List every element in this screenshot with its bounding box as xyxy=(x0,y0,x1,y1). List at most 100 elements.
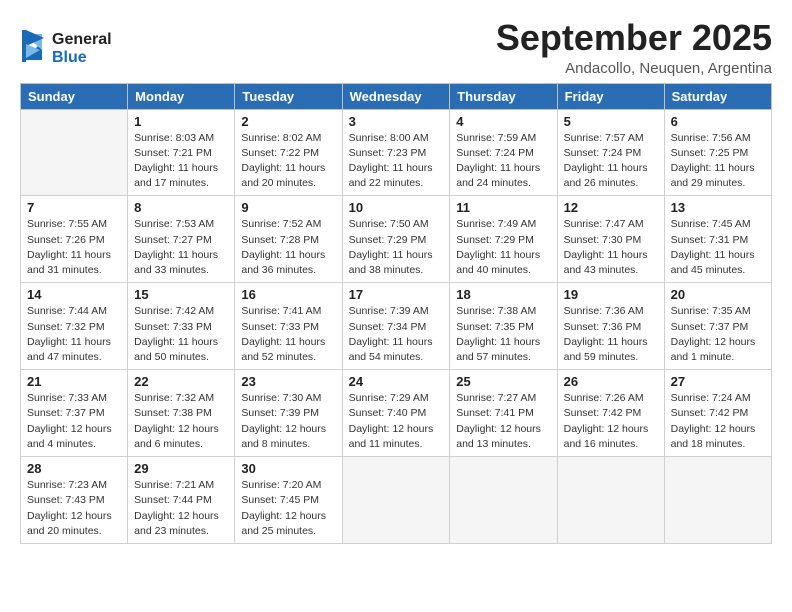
weekday-header-row: Sunday Monday Tuesday Wednesday Thursday… xyxy=(21,83,772,109)
calendar-day: 5 Sunrise: 7:57 AMSunset: 7:24 PMDaylight… xyxy=(557,109,664,196)
day-info: Sunrise: 7:29 AMSunset: 7:40 PMDaylight:… xyxy=(349,391,444,452)
calendar-day: 30 Sunrise: 7:20 AMSunset: 7:45 PMDayligh… xyxy=(235,457,342,544)
day-info: Sunrise: 7:45 AMSunset: 7:31 PMDaylight:… xyxy=(671,217,765,278)
day-number: 18 xyxy=(456,287,550,302)
calendar-day: 28 Sunrise: 7:23 AMSunset: 7:43 PMDayligh… xyxy=(21,457,128,544)
calendar-day: 26 Sunrise: 7:26 AMSunset: 7:42 PMDayligh… xyxy=(557,370,664,457)
calendar-day: 20 Sunrise: 7:35 AMSunset: 7:37 PMDayligh… xyxy=(664,283,771,370)
header-saturday: Saturday xyxy=(664,83,771,109)
day-info: Sunrise: 7:30 AMSunset: 7:39 PMDaylight:… xyxy=(241,391,335,452)
header-friday: Friday xyxy=(557,83,664,109)
day-number: 1 xyxy=(134,114,228,129)
day-info: Sunrise: 7:38 AMSunset: 7:35 PMDaylight:… xyxy=(456,304,550,365)
calendar-day: 16 Sunrise: 7:41 AMSunset: 7:33 PMDayligh… xyxy=(235,283,342,370)
day-info: Sunrise: 7:50 AMSunset: 7:29 PMDaylight:… xyxy=(349,217,444,278)
day-number: 12 xyxy=(564,200,658,215)
calendar-day: 18 Sunrise: 7:38 AMSunset: 7:35 PMDayligh… xyxy=(450,283,557,370)
svg-text:Blue: Blue xyxy=(52,49,87,66)
day-info: Sunrise: 7:39 AMSunset: 7:34 PMDaylight:… xyxy=(349,304,444,365)
calendar-day: 2 Sunrise: 8:02 AMSunset: 7:22 PMDaylight… xyxy=(235,109,342,196)
day-info: Sunrise: 7:32 AMSunset: 7:38 PMDaylight:… xyxy=(134,391,228,452)
day-number: 26 xyxy=(564,374,658,389)
header-thursday: Thursday xyxy=(450,83,557,109)
day-info: Sunrise: 7:59 AMSunset: 7:24 PMDaylight:… xyxy=(456,131,550,192)
logo-svg: General Blue xyxy=(20,22,130,70)
day-info: Sunrise: 7:20 AMSunset: 7:45 PMDaylight:… xyxy=(241,478,335,539)
day-number: 5 xyxy=(564,114,658,129)
day-number: 2 xyxy=(241,114,335,129)
calendar-day: 7Sunrise: 7:55 AMSunset: 7:26 PMDaylight… xyxy=(21,196,128,283)
calendar-day xyxy=(450,457,557,544)
location: Andacollo, Neuquen, Argentina xyxy=(496,60,772,77)
day-number: 25 xyxy=(456,374,550,389)
day-number: 13 xyxy=(671,200,765,215)
day-info: Sunrise: 7:35 AMSunset: 7:37 PMDaylight:… xyxy=(671,304,765,365)
calendar-day: 21 Sunrise: 7:33 AMSunset: 7:37 PMDayligh… xyxy=(21,370,128,457)
day-number: 20 xyxy=(671,287,765,302)
calendar-day: 23Sunrise: 7:30 AMSunset: 7:39 PMDayligh… xyxy=(235,370,342,457)
calendar-day: 1Sunrise: 8:03 AMSunset: 7:21 PMDaylight… xyxy=(128,109,235,196)
day-number: 28 xyxy=(27,461,121,476)
day-number: 24 xyxy=(349,374,444,389)
title-block: September 2025 Andacollo, Neuquen, Argen… xyxy=(496,18,772,77)
day-info: Sunrise: 7:44 AMSunset: 7:32 PMDaylight:… xyxy=(27,304,121,365)
calendar-day: 14 Sunrise: 7:44 AMSunset: 7:32 PMDayligh… xyxy=(21,283,128,370)
day-info: Sunrise: 7:49 AMSunset: 7:29 PMDaylight:… xyxy=(456,217,550,278)
day-number: 4 xyxy=(456,114,550,129)
day-number: 17 xyxy=(349,287,444,302)
day-number: 10 xyxy=(349,200,444,215)
calendar-day: 15 Sunrise: 7:42 AMSunset: 7:33 PMDayligh… xyxy=(128,283,235,370)
calendar-week-row: 1Sunrise: 8:03 AMSunset: 7:21 PMDaylight… xyxy=(21,109,772,196)
day-number: 19 xyxy=(564,287,658,302)
calendar-day: 12Sunrise: 7:47 AMSunset: 7:30 PMDayligh… xyxy=(557,196,664,283)
day-info: Sunrise: 7:27 AMSunset: 7:41 PMDaylight:… xyxy=(456,391,550,452)
calendar-day: 4 Sunrise: 7:59 AMSunset: 7:24 PMDaylight… xyxy=(450,109,557,196)
calendar-day: 27 Sunrise: 7:24 AMSunset: 7:42 PMDayligh… xyxy=(664,370,771,457)
calendar-day xyxy=(342,457,450,544)
calendar-week-row: 28 Sunrise: 7:23 AMSunset: 7:43 PMDayligh… xyxy=(21,457,772,544)
calendar-day xyxy=(21,109,128,196)
day-info: Sunrise: 7:26 AMSunset: 7:42 PMDaylight:… xyxy=(564,391,658,452)
page: General Blue September 2025 And xyxy=(0,0,792,612)
month-title: September 2025 xyxy=(496,18,772,58)
logo: General Blue xyxy=(20,22,130,75)
day-info: Sunrise: 7:56 AMSunset: 7:25 PMDaylight:… xyxy=(671,131,765,192)
day-number: 7 xyxy=(27,200,121,215)
svg-text:General: General xyxy=(52,31,112,48)
day-number: 22 xyxy=(134,374,228,389)
day-number: 27 xyxy=(671,374,765,389)
day-info: Sunrise: 7:41 AMSunset: 7:33 PMDaylight:… xyxy=(241,304,335,365)
day-number: 29 xyxy=(134,461,228,476)
calendar-week-row: 14 Sunrise: 7:44 AMSunset: 7:32 PMDayligh… xyxy=(21,283,772,370)
day-info: Sunrise: 7:57 AMSunset: 7:24 PMDaylight:… xyxy=(564,131,658,192)
day-number: 15 xyxy=(134,287,228,302)
day-info: Sunrise: 7:24 AMSunset: 7:42 PMDaylight:… xyxy=(671,391,765,452)
day-number: 30 xyxy=(241,461,335,476)
header: General Blue September 2025 And xyxy=(20,18,772,77)
day-info: Sunrise: 7:23 AMSunset: 7:43 PMDaylight:… xyxy=(27,478,121,539)
header-monday: Monday xyxy=(128,83,235,109)
day-info: Sunrise: 8:00 AMSunset: 7:23 PMDaylight:… xyxy=(349,131,444,192)
header-wednesday: Wednesday xyxy=(342,83,450,109)
calendar-day xyxy=(557,457,664,544)
calendar-day: 13 Sunrise: 7:45 AMSunset: 7:31 PMDayligh… xyxy=(664,196,771,283)
calendar-day: 19 Sunrise: 7:36 AMSunset: 7:36 PMDayligh… xyxy=(557,283,664,370)
calendar-day: 3Sunrise: 8:00 AMSunset: 7:23 PMDaylight… xyxy=(342,109,450,196)
day-info: Sunrise: 8:02 AMSunset: 7:22 PMDaylight:… xyxy=(241,131,335,192)
day-number: 21 xyxy=(27,374,121,389)
day-info: Sunrise: 7:21 AMSunset: 7:44 PMDaylight:… xyxy=(134,478,228,539)
header-tuesday: Tuesday xyxy=(235,83,342,109)
day-number: 11 xyxy=(456,200,550,215)
day-number: 16 xyxy=(241,287,335,302)
day-info: Sunrise: 7:33 AMSunset: 7:37 PMDaylight:… xyxy=(27,391,121,452)
day-info: Sunrise: 7:53 AMSunset: 7:27 PMDaylight:… xyxy=(134,217,228,278)
calendar-day: 10 Sunrise: 7:50 AMSunset: 7:29 PMDayligh… xyxy=(342,196,450,283)
day-info: Sunrise: 7:36 AMSunset: 7:36 PMDaylight:… xyxy=(564,304,658,365)
day-number: 6 xyxy=(671,114,765,129)
day-number: 14 xyxy=(27,287,121,302)
calendar-day: 29 Sunrise: 7:21 AMSunset: 7:44 PMDayligh… xyxy=(128,457,235,544)
day-info: Sunrise: 7:42 AMSunset: 7:33 PMDaylight:… xyxy=(134,304,228,365)
calendar-day: 11 Sunrise: 7:49 AMSunset: 7:29 PMDayligh… xyxy=(450,196,557,283)
calendar-day: 17 Sunrise: 7:39 AMSunset: 7:34 PMDayligh… xyxy=(342,283,450,370)
calendar-day: 24 Sunrise: 7:29 AMSunset: 7:40 PMDayligh… xyxy=(342,370,450,457)
